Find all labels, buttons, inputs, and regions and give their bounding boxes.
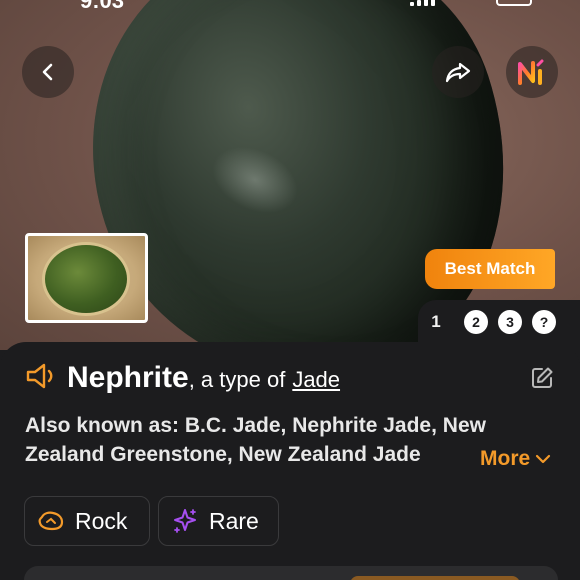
share-icon — [445, 62, 471, 83]
share-button[interactable] — [432, 46, 484, 98]
status-icons — [410, 0, 532, 6]
page-unknown[interactable]: ? — [532, 310, 556, 334]
user-photo-thumbnail[interactable] — [25, 233, 148, 323]
aka-text-line2: Zealand Greenstone, New Zealand Jade — [25, 443, 421, 466]
page-3[interactable]: 3 — [498, 310, 522, 334]
back-button[interactable] — [22, 46, 74, 98]
rock-icon — [38, 511, 64, 531]
result-title: Nephrite , a type of Jade — [25, 357, 525, 395]
edit-icon[interactable] — [530, 366, 554, 390]
more-label: More — [480, 447, 531, 470]
type-link[interactable]: Jade — [292, 367, 340, 393]
wifi-icon — [458, 0, 476, 5]
page-1[interactable]: 1 — [424, 310, 448, 334]
more-button[interactable]: More — [475, 447, 553, 471]
sparkle-icon — [174, 509, 196, 533]
chevron-down-icon — [536, 454, 551, 464]
app-logo-button[interactable] — [506, 46, 558, 98]
app-logo-icon — [518, 59, 544, 85]
aka-text-line1: Also known as: B.C. Jade, Nephrite Jade,… — [25, 414, 486, 437]
status-time: 9:03 — [80, 0, 125, 13]
chevron-left-icon — [42, 63, 53, 81]
tag-rare-label: Rare — [209, 507, 259, 534]
best-match-badge: Best Match — [425, 249, 555, 289]
speaker-icon[interactable] — [25, 361, 59, 391]
page-2[interactable]: 2 — [464, 310, 488, 334]
specimen-name: Nephrite — [67, 361, 189, 394]
tag-rock-label: Rock — [75, 507, 128, 534]
tag-rare[interactable]: Rare — [158, 496, 279, 546]
tag-rock[interactable]: Rock — [24, 496, 150, 546]
signal-icon — [410, 0, 438, 6]
battery-icon — [496, 0, 532, 6]
type-prefix: , a type of — [188, 367, 286, 392]
